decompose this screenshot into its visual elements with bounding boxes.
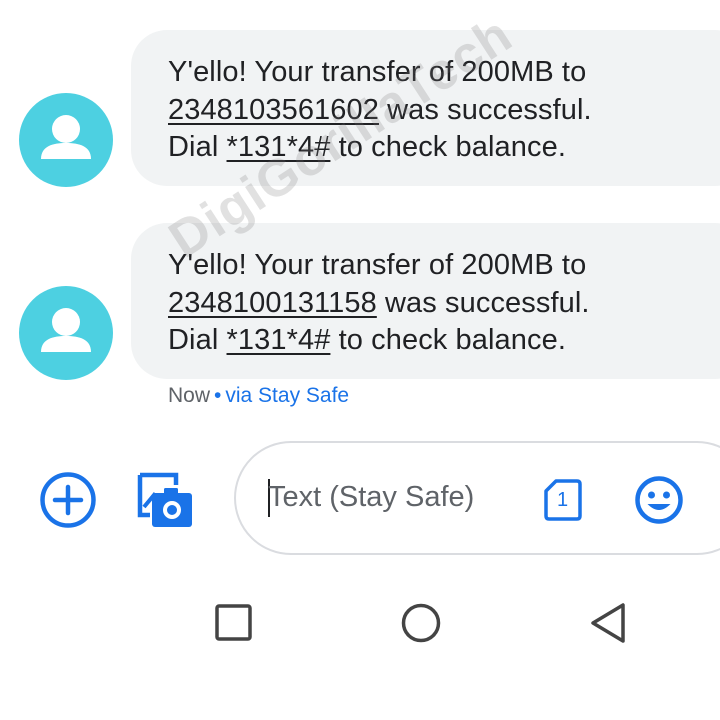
add-circle-icon (40, 472, 96, 528)
sim-via-label: via Stay Safe (225, 384, 350, 407)
message-line-1: Y'ello! Your transfer of 200MB to (168, 249, 587, 281)
emoji-icon (635, 476, 683, 524)
message-input[interactable]: Text (Stay Safe) (268, 481, 474, 514)
home-button[interactable] (400, 602, 442, 644)
message-text: was successful. (378, 93, 592, 126)
avatar[interactable] (19, 286, 113, 380)
message-line-3: Dial *131*4# to check balance. (168, 129, 720, 167)
phone-number-link[interactable]: 2348103561602 (168, 94, 379, 126)
message-text: to check balance. (330, 131, 566, 163)
phone-number-link[interactable]: 2348100131158 (168, 287, 377, 319)
message-input-box[interactable]: Text (Stay Safe) 1 (234, 441, 720, 555)
avatar[interactable] (19, 93, 113, 187)
add-photo-icon (137, 472, 192, 527)
gallery-button[interactable] (136, 471, 196, 531)
ussd-code-link[interactable]: *131*4# (227, 131, 331, 163)
message-bubble[interactable]: Y'ello! Your transfer of 200MB to 234810… (131, 223, 720, 379)
message-text: was successful. (376, 286, 590, 319)
emoji-button[interactable] (634, 475, 684, 525)
message-text: Dial (168, 131, 227, 163)
sim-select-button[interactable]: 1 (544, 479, 582, 521)
back-button[interactable] (588, 601, 628, 645)
person-icon (41, 308, 91, 352)
ussd-code-link[interactable]: *131*4# (227, 324, 331, 356)
messages-screen: Y'ello! Your transfer of 200MB to 234810… (0, 0, 720, 720)
message-line-2: 2348100131158 was successful. (168, 285, 720, 323)
circle-icon (401, 603, 441, 643)
message-line-1: Y'ello! Your transfer of 200MB to (168, 56, 587, 88)
message-bubble[interactable]: Y'ello! Your transfer of 200MB to 234810… (131, 30, 720, 186)
message-status: Now • via Stay Safe (168, 384, 349, 408)
separator-dot: • (214, 384, 222, 407)
message-text: to check balance. (330, 324, 566, 356)
triangle-back-icon (591, 603, 625, 643)
person-icon (41, 115, 91, 159)
timestamp: Now (168, 384, 211, 407)
message-line-2: 2348103561602 was successful. (168, 92, 720, 130)
message-text: Dial (168, 324, 227, 356)
sim-number-label: 1 (557, 489, 569, 511)
square-icon (215, 604, 252, 641)
message-line-3: Dial *131*4# to check balance. (168, 322, 720, 360)
recents-button[interactable] (214, 603, 254, 643)
add-attachment-button[interactable] (38, 470, 98, 530)
